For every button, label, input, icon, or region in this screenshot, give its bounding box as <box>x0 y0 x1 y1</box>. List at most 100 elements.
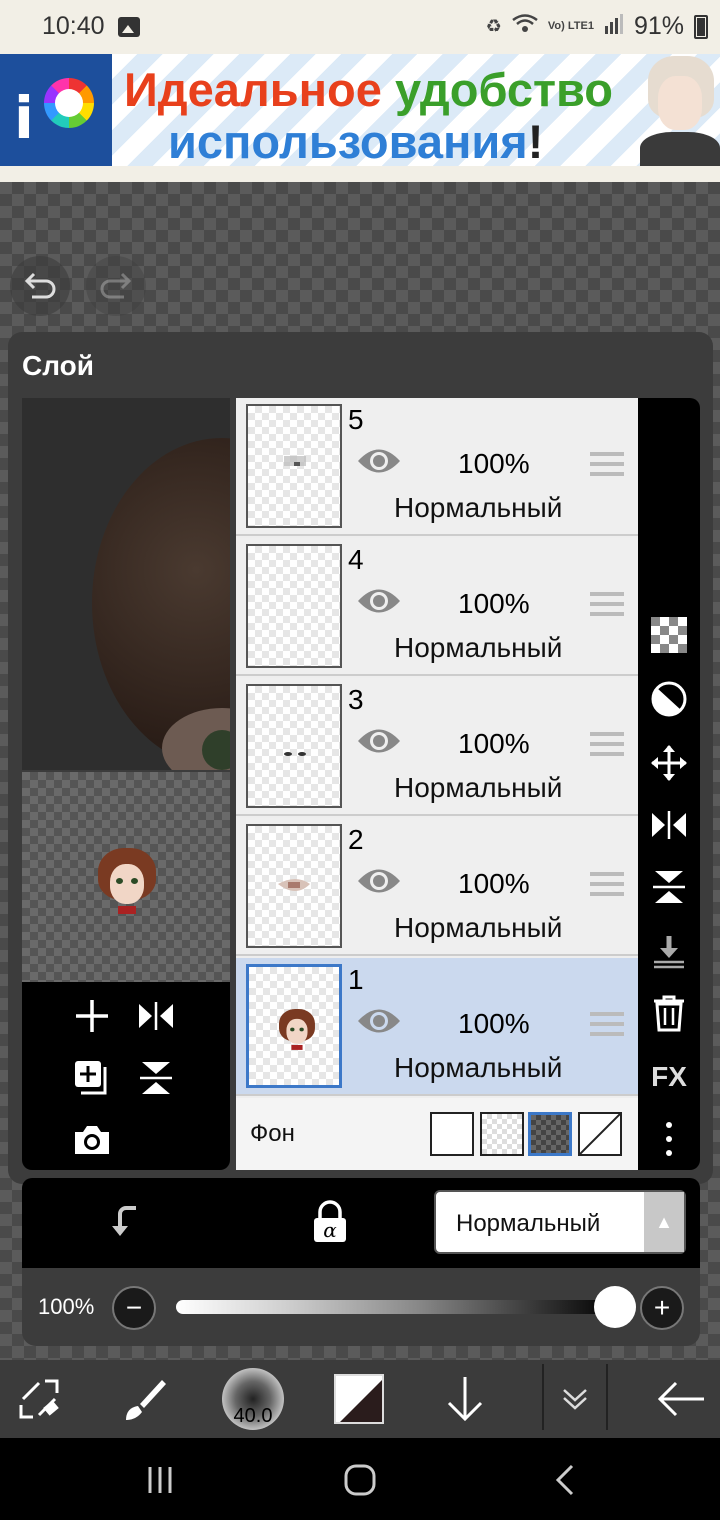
move-layer-button[interactable] <box>646 740 692 786</box>
delete-layer-button[interactable] <box>646 990 692 1036</box>
drag-handle-icon[interactable] <box>590 1012 624 1038</box>
adjust-button[interactable] <box>646 676 692 722</box>
panel-title: Слой <box>22 350 94 381</box>
layer-number: 2 <box>348 824 364 855</box>
blend-mode-bar: α Нормальный ▲ <box>22 1178 700 1268</box>
opacity-increase-button[interactable]: + <box>640 1286 684 1330</box>
alpha-lock-button[interactable]: α <box>310 1200 354 1244</box>
svg-text:α: α <box>323 1218 337 1242</box>
background-dark-checker-option[interactable] <box>528 1112 572 1156</box>
layer-blend-mode: Нормальный <box>394 492 563 523</box>
merge-down-button[interactable] <box>646 928 692 974</box>
ad-banner[interactable]: i Идеальное удобство использования! <box>0 54 720 169</box>
layer-thumbnail <box>246 404 342 528</box>
undo-button[interactable] <box>10 256 70 316</box>
layer-tools <box>22 982 230 1170</box>
layer-blend-mode: Нормальный <box>394 1052 563 1083</box>
home-button[interactable] <box>340 1460 380 1500</box>
trash-icon <box>654 995 684 1032</box>
ad-headline-line2: использования! <box>168 114 543 169</box>
layer-opacity[interactable]: 100% <box>458 588 530 620</box>
drag-handle-icon[interactable] <box>590 592 624 618</box>
transform-tool-button[interactable] <box>6 1366 72 1432</box>
duplicate-icon <box>75 1061 107 1095</box>
blend-mode-value: Нормальный <box>456 1210 601 1237</box>
camera-button[interactable] <box>70 1118 114 1162</box>
layer-opacity[interactable]: 100% <box>458 1008 530 1040</box>
system-nav-bar <box>0 1438 720 1520</box>
layer-opacity[interactable]: 100% <box>458 728 530 760</box>
opacity-decrease-button[interactable]: − <box>112 1286 156 1330</box>
layer-opacity[interactable]: 100% <box>458 868 530 900</box>
arrow-down-icon <box>447 1377 483 1422</box>
layer-preview-zoom[interactable] <box>22 398 230 770</box>
layer-row-3[interactable]: 3 100% Нормальный <box>236 678 638 816</box>
visibility-eye-icon[interactable] <box>356 1006 402 1036</box>
flip-layer-vertical-button[interactable] <box>134 1056 178 1100</box>
recent-apps-button[interactable] <box>140 1460 180 1500</box>
flip-vertical-button[interactable] <box>646 864 692 910</box>
blend-mode-select[interactable]: Нормальный ▲ <box>434 1190 686 1254</box>
layer-down-button[interactable] <box>432 1366 498 1432</box>
flip-horizontal-icon <box>139 1002 173 1030</box>
opacity-slider[interactable] <box>176 1300 616 1314</box>
battery-percent: 91% <box>633 12 684 40</box>
clipping-button[interactable] <box>104 1200 148 1244</box>
layer-opacity[interactable]: 100% <box>458 448 530 480</box>
chevron-left-icon <box>555 1464 574 1496</box>
opacity-value: 100% <box>38 1294 95 1319</box>
flip-horizontal-button[interactable] <box>646 802 692 848</box>
layer-row-4[interactable]: 4 100% Нормальный <box>236 538 638 676</box>
ibispaint-logo: i <box>0 54 112 166</box>
more-options-button[interactable] <box>646 1116 692 1162</box>
canvas-border <box>0 166 720 182</box>
add-layer-button[interactable] <box>70 994 114 1038</box>
background-transparent-option[interactable] <box>480 1112 524 1156</box>
status-right-group: ♻ Vo) LTE1 91% <box>486 12 708 41</box>
minus-icon: − <box>125 1292 143 1323</box>
layer-list[interactable]: 5 100% Нормальный 4 100% Нормальный 3 10… <box>236 398 638 1098</box>
layer-row-1[interactable]: 1 100% Нормальный <box>236 958 638 1096</box>
opacity-slider-knob[interactable] <box>594 1286 636 1328</box>
drag-handle-icon[interactable] <box>590 452 624 478</box>
logo-i-glyph: i <box>14 84 34 152</box>
canvas-thumbnail[interactable] <box>22 772 230 982</box>
fx-button[interactable]: FX <box>646 1054 692 1100</box>
double-chevron-down-icon <box>563 1389 587 1410</box>
layer-thumbnail <box>246 684 342 808</box>
transform-icon <box>19 1379 59 1419</box>
color-picker-button[interactable] <box>334 1374 384 1424</box>
expand-button[interactable] <box>542 1364 608 1430</box>
ad-word-red: Идеальное <box>124 63 382 116</box>
visibility-eye-icon[interactable] <box>356 726 402 756</box>
layer-thumbnail <box>246 964 342 1088</box>
flip-vertical-icon <box>140 1062 172 1094</box>
layer-blend-mode: Нормальный <box>394 912 563 943</box>
brush-tool-button[interactable] <box>112 1366 178 1432</box>
brush-size-button[interactable]: 40.0 <box>222 1368 284 1430</box>
contrast-icon <box>651 681 687 717</box>
visibility-eye-icon[interactable] <box>356 446 402 476</box>
layer-opacity-bar: 100% − + <box>22 1268 700 1346</box>
layer-row-2[interactable]: 2 100% Нормальный <box>236 818 638 956</box>
clear-layer-button[interactable] <box>646 612 692 658</box>
visibility-eye-icon[interactable] <box>356 586 402 616</box>
duplicate-layer-button[interactable] <box>70 1056 114 1100</box>
lte-indicator: Vo) LTE1 <box>547 20 594 32</box>
redo-button[interactable] <box>86 256 146 316</box>
drag-handle-icon[interactable] <box>590 732 624 758</box>
layer-row-5[interactable]: 5 100% Нормальный <box>236 398 638 536</box>
redo-icon <box>100 272 132 299</box>
flip-layer-horizontal-button[interactable] <box>134 994 178 1038</box>
gallery-notification-icon <box>118 17 140 37</box>
background-none-option[interactable] <box>578 1112 622 1156</box>
visibility-eye-icon[interactable] <box>356 866 402 896</box>
drag-handle-icon[interactable] <box>590 872 624 898</box>
recent-apps-icon <box>148 1467 172 1493</box>
background-white-option[interactable] <box>430 1112 474 1156</box>
system-back-button[interactable] <box>544 1460 584 1500</box>
flip-horizontal-icon <box>652 811 686 839</box>
camera-icon <box>75 1126 109 1154</box>
back-button[interactable] <box>648 1366 714 1432</box>
alpha-lock-icon: α <box>314 1200 346 1242</box>
